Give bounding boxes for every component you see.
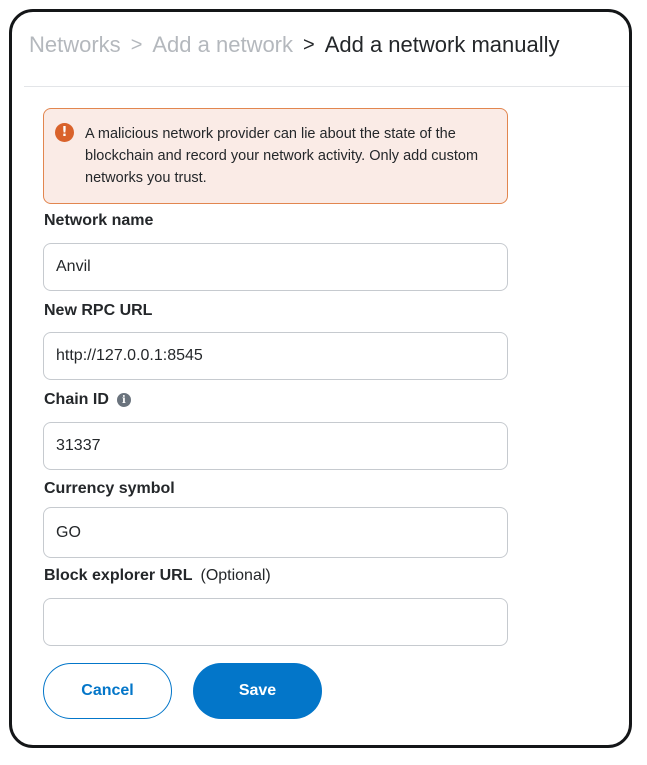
save-button[interactable]: Save (193, 663, 322, 719)
chain-id-label: Chain ID i (44, 391, 131, 409)
network-name-label: Network name (44, 212, 153, 230)
rpc-url-label-text: New RPC URL (44, 302, 153, 319)
block-explorer-label: Block explorer URL (Optional) (44, 567, 271, 585)
block-explorer-input[interactable] (43, 598, 508, 646)
optional-tag: (Optional) (200, 567, 271, 584)
warning-banner: ! A malicious network provider can lie a… (43, 108, 508, 204)
currency-symbol-input[interactable] (43, 507, 508, 558)
warning-text: A malicious network provider can lie abo… (85, 126, 479, 186)
chevron-right-icon: > (130, 33, 143, 56)
currency-symbol-label-text: Currency symbol (44, 480, 175, 497)
chain-id-input[interactable] (43, 422, 508, 470)
network-name-input[interactable] (43, 243, 508, 291)
header-divider (24, 86, 629, 87)
currency-symbol-label: Currency symbol (44, 480, 175, 498)
rpc-url-input[interactable] (43, 332, 508, 380)
breadcrumb-networks[interactable]: Networks (29, 32, 121, 58)
exclamation-icon: ! (55, 123, 74, 142)
add-network-window: Networks > Add a network > Add a network… (9, 9, 632, 748)
network-name-label-text: Network name (44, 212, 154, 229)
breadcrumb: Networks > Add a network > Add a network… (29, 28, 560, 62)
breadcrumb-add-network[interactable]: Add a network (152, 32, 293, 58)
breadcrumb-current: Add a network manually (324, 32, 560, 57)
cancel-button[interactable]: Cancel (43, 663, 172, 719)
info-icon[interactable]: i (116, 393, 131, 407)
chevron-right-icon: > (303, 33, 315, 56)
block-explorer-label-text: Block explorer URL (44, 567, 193, 584)
chain-id-label-text: Chain ID (44, 391, 109, 408)
rpc-url-label: New RPC URL (44, 302, 152, 320)
